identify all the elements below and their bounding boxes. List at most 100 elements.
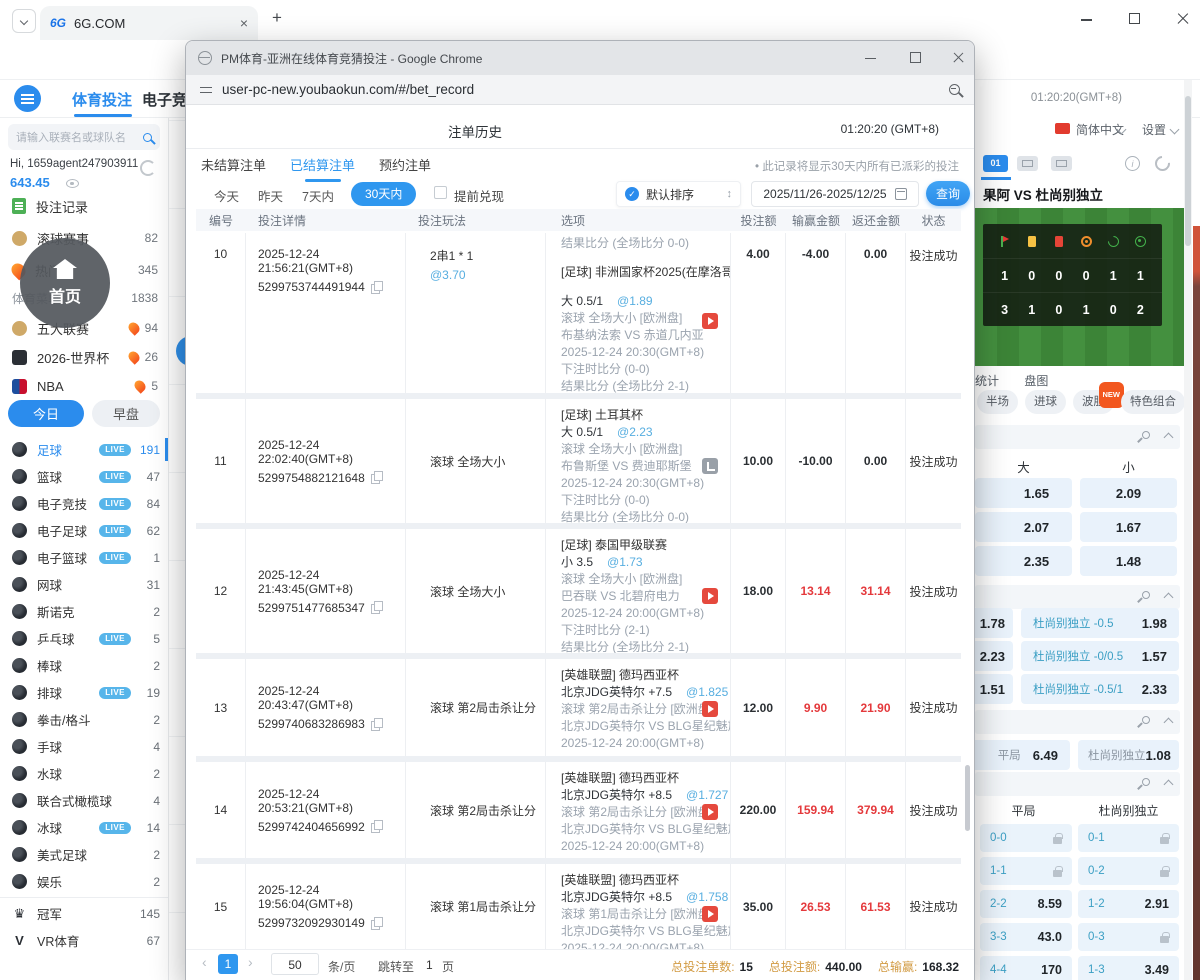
pin-icon[interactable] (1138, 591, 1150, 603)
sidebar-sport-item[interactable]: 网球 LIVE 31 (0, 571, 168, 598)
market-filter-pill[interactable]: 特色组合 (1121, 390, 1185, 414)
sidebar-sport-item[interactable]: 美式足球 LIVE 2 (0, 841, 168, 868)
odds-button[interactable]: 杜尚别独立 -0.5 1.98 (1021, 608, 1179, 638)
sidebar-sport-item[interactable]: 冰球 LIVE 14 (0, 814, 168, 841)
pin-icon[interactable] (1138, 716, 1150, 728)
sidebar-sport-item[interactable]: 手球 LIVE 4 (0, 733, 168, 760)
new-tab-button[interactable]: + (272, 8, 282, 28)
popup-close-button[interactable] (952, 51, 966, 65)
today-tab[interactable]: 今日 (8, 400, 84, 427)
correct-score-button[interactable]: 0-1 (1078, 824, 1179, 852)
tab-close-icon[interactable]: × (240, 15, 248, 31)
popup-url-bar[interactable]: user-pc-new.youbaokun.com/#/bet_record (186, 75, 974, 105)
collapse-icon[interactable] (1163, 432, 1174, 443)
eye-icon[interactable] (66, 179, 79, 188)
correct-score-button[interactable]: 1-3 3.49 (1078, 956, 1179, 980)
odds-button[interactable]: 1.51 (975, 674, 1013, 704)
odds-button[interactable]: 1.67 (1080, 512, 1177, 542)
filter-week[interactable]: 7天内 (302, 186, 334, 205)
early-cashout-checkbox[interactable] (434, 186, 447, 199)
copy-icon[interactable] (370, 820, 383, 833)
sidebar-sport-item[interactable]: 乒乓球 LIVE 5 (0, 625, 168, 652)
sidebar-sport-item[interactable]: 斯诺克 LIVE 2 (0, 598, 168, 625)
sidebar-sport-item[interactable]: 电子竞技 LIVE 84 (0, 490, 168, 517)
window-minimize-button[interactable] (1080, 12, 1094, 26)
odds-button[interactable]: 2.07 (975, 512, 1072, 542)
odds-button[interactable]: 杜尚别独立 -0/0.5 1.57 (1021, 641, 1179, 671)
popup-maximize-button[interactable] (909, 51, 923, 65)
market-filter-pill[interactable]: 半场 (977, 390, 1018, 414)
correct-score-button[interactable]: 0-3 (1078, 923, 1179, 951)
match-view-icon[interactable] (1017, 156, 1038, 171)
pin-icon[interactable] (1138, 778, 1150, 790)
match-stats-icon[interactable] (702, 458, 718, 474)
nav-sports-betting[interactable]: 体育投注 (72, 89, 133, 117)
sort-icon[interactable]: ↕ (1165, 393, 1172, 408)
jump-page-input[interactable]: 1 (426, 958, 433, 972)
sort-dropdown[interactable]: ✓ 默认排序 ↕ (616, 181, 741, 207)
filter-yesterday[interactable]: 昨天 (258, 186, 283, 205)
odds-button[interactable]: 1.78 (975, 608, 1013, 638)
menu-icon[interactable] (14, 85, 41, 112)
current-page-button[interactable]: 1 (218, 954, 238, 974)
window-close-button[interactable] (1176, 12, 1190, 26)
sidebar-sport-item[interactable]: 电子篮球 LIVE 1 (0, 544, 168, 571)
market-filter-pill[interactable]: 波胆 NEW (1073, 382, 1124, 414)
copy-icon[interactable] (370, 916, 383, 930)
site-settings-icon[interactable] (200, 85, 212, 95)
popup-title-bar[interactable]: PM体育-亚洲在线体育竞猜投注 - Google Chrome (186, 41, 974, 75)
sidebar-item-champion[interactable]: ♛ 冠军 145 (0, 900, 168, 927)
popup-minimize-button[interactable] (864, 51, 878, 65)
pin-icon[interactable] (1138, 431, 1150, 443)
sidebar-sport-item[interactable]: 拳击/格斗 LIVE 2 (0, 706, 168, 733)
refresh-balance-icon[interactable] (140, 160, 156, 176)
market-section-header[interactable] (975, 585, 1180, 609)
correct-score-button[interactable]: 3-3 43.0 (980, 923, 1072, 951)
window-maximize-button[interactable] (1128, 12, 1142, 26)
odds-button[interactable]: 2.23 (975, 641, 1013, 671)
live-stream-icon[interactable] (702, 588, 718, 604)
live-stream-icon[interactable] (702, 804, 718, 820)
correct-score-button[interactable]: 0-2 (1078, 857, 1179, 885)
popup-scrollbar-thumb[interactable] (965, 765, 970, 831)
tab-unsettled[interactable]: 未结算注单 (201, 155, 266, 182)
odds-button[interactable]: 1.65 (975, 478, 1072, 508)
filter-month-active[interactable]: 30天内 (351, 182, 417, 206)
live-stream-icon[interactable] (702, 701, 718, 717)
copy-icon[interactable] (370, 601, 383, 614)
live-stream-icon[interactable] (702, 906, 718, 922)
correct-score-button[interactable]: 1-1 (980, 857, 1072, 885)
sidebar-sport-item[interactable]: 棒球 LIVE 2 (0, 652, 168, 679)
page-size-input[interactable]: 50 (271, 953, 319, 975)
sidebar-sport-item[interactable]: 水球 LIVE 2 (0, 760, 168, 787)
odds-button[interactable]: 平局 6.49 (975, 740, 1070, 770)
sidebar-item-nba[interactable]: NBA 5 (0, 372, 168, 400)
tab-statistics[interactable]: 统计 (975, 374, 999, 388)
market-section-header[interactable] (975, 772, 1180, 796)
zoom-out-icon[interactable] (949, 84, 960, 95)
home-floating-button[interactable]: 首页 (20, 238, 110, 328)
market-filter-pill[interactable]: 进球 (1025, 390, 1066, 414)
match-tab-active[interactable]: 01 (981, 155, 1011, 180)
sidebar-item-bet-record[interactable]: 投注记录 (0, 192, 168, 220)
search-input[interactable]: 请输入联赛名或球队名 (8, 124, 160, 150)
correct-score-button[interactable]: 0-0 (980, 824, 1072, 852)
tab-settled[interactable]: 已结算注单 (290, 155, 355, 182)
copy-icon[interactable] (370, 717, 383, 731)
tab-chart[interactable]: 盘图 (1024, 374, 1048, 388)
settings-selector[interactable]: 设置 (1142, 121, 1166, 138)
sidebar-item-vr-sports[interactable]: V VR体育 67 (0, 927, 168, 954)
tab-search-chevron-icon[interactable] (12, 9, 36, 33)
correct-score-button[interactable]: 4-4 170 (980, 956, 1072, 980)
odds-button[interactable]: 2.09 (1080, 478, 1177, 508)
odds-button[interactable]: 杜尚别独立 1.08 (1078, 740, 1179, 770)
sidebar-sport-item[interactable]: 足球 LIVE 191 (0, 436, 168, 463)
date-range-picker[interactable]: 2025/11/26-2025/12/25 (751, 181, 919, 207)
sidebar-item-worldcup[interactable]: 2026-世界杯 26 (0, 343, 168, 371)
correct-score-button[interactable]: 1-2 2.91 (1078, 890, 1179, 918)
live-stream-icon[interactable] (702, 313, 718, 329)
info-icon[interactable]: i (1125, 156, 1140, 171)
early-market-tab[interactable]: 早盘 (92, 400, 160, 427)
match-camera-icon[interactable] (1051, 156, 1072, 171)
copy-icon[interactable] (370, 471, 383, 484)
